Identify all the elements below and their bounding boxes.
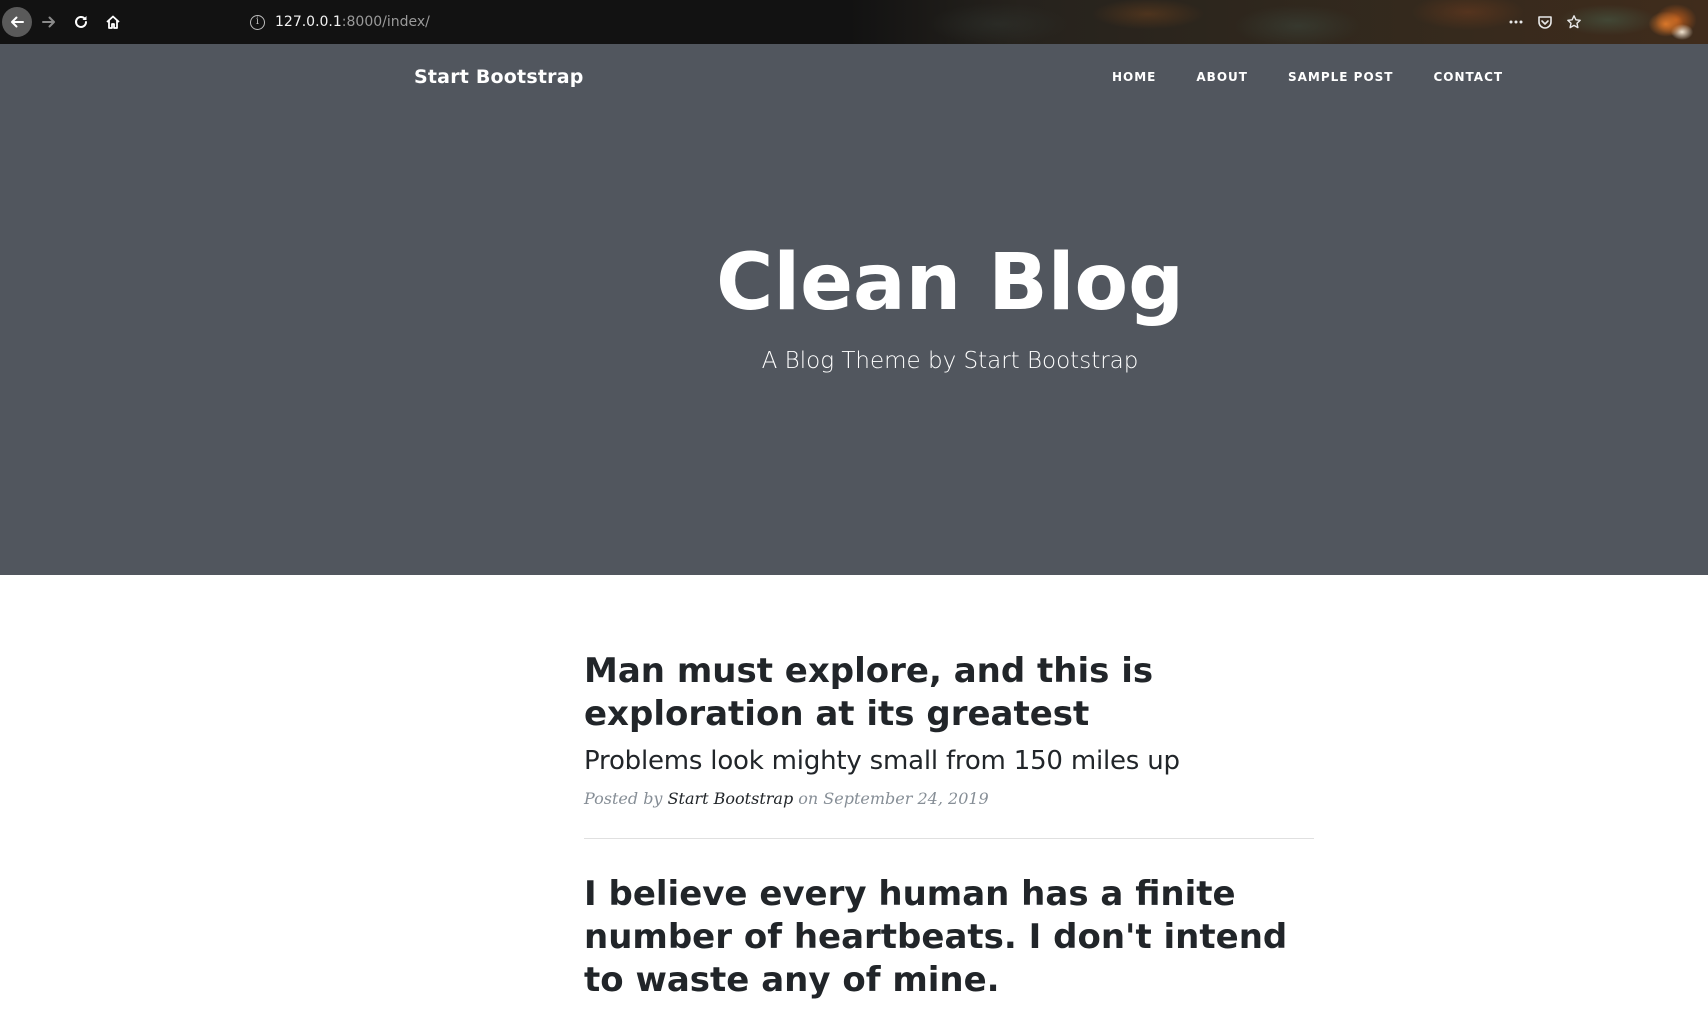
post-preview[interactable]: Man must explore, and this is exploratio… xyxy=(584,650,1314,778)
hero-subtitle: A Blog Theme by Start Bootstrap xyxy=(761,348,1139,374)
pocket-icon[interactable] xyxy=(1537,14,1553,30)
star-icon[interactable] xyxy=(1566,14,1582,30)
reload-button[interactable] xyxy=(66,7,96,37)
home-button[interactable] xyxy=(98,7,128,37)
nav-sample-post[interactable]: SAMPLE POST xyxy=(1268,70,1414,84)
fox-theme-art xyxy=(1636,0,1708,44)
post-title[interactable]: I believe every human has a finite numbe… xyxy=(584,873,1314,1002)
post-meta-date: on September 24, 2019 xyxy=(793,789,989,808)
nav-about[interactable]: ABOUT xyxy=(1176,70,1268,84)
home-icon xyxy=(106,15,120,29)
toolbar-actions xyxy=(1508,8,1582,36)
post-meta: Posted by Start Bootstrap on September 2… xyxy=(584,789,1314,808)
url-path: :8000/index/ xyxy=(341,14,430,30)
post-list: Man must explore, and this is exploratio… xyxy=(584,650,1314,1002)
site-navbar: Start Bootstrap HOME ABOUT SAMPLE POST C… xyxy=(0,44,1708,112)
post-meta-prefix: Posted by xyxy=(584,789,668,808)
masthead: Start Bootstrap HOME ABOUT SAMPLE POST C… xyxy=(0,44,1708,575)
post-preview[interactable]: I believe every human has a finite numbe… xyxy=(584,873,1314,1002)
browser-toolbar: i 127.0.0.1 :8000/index/ xyxy=(0,0,1708,44)
brand-link[interactable]: Start Bootstrap xyxy=(414,66,584,88)
arrow-left-icon xyxy=(11,16,24,28)
post-author-link[interactable]: Start Bootstrap xyxy=(668,789,794,808)
post-title[interactable]: Man must explore, and this is exploratio… xyxy=(584,650,1314,736)
forward-button[interactable] xyxy=(34,7,64,37)
post-divider xyxy=(584,838,1314,839)
url-host: 127.0.0.1 xyxy=(275,14,342,30)
hero-title: Clean Blog xyxy=(716,238,1184,328)
nav-links: HOME ABOUT SAMPLE POST CONTACT xyxy=(1100,70,1523,84)
post-subtitle[interactable]: Problems look mighty small from 150 mile… xyxy=(584,744,1314,778)
back-button[interactable] xyxy=(2,7,32,37)
info-icon[interactable]: i xyxy=(250,14,265,30)
nav-contact[interactable]: CONTACT xyxy=(1413,70,1523,84)
arrow-right-icon xyxy=(42,16,55,28)
more-icon[interactable] xyxy=(1508,14,1524,30)
reload-icon xyxy=(75,15,87,28)
nav-home[interactable]: HOME xyxy=(1100,70,1176,84)
address-bar[interactable]: i 127.0.0.1 :8000/index/ xyxy=(250,8,430,36)
